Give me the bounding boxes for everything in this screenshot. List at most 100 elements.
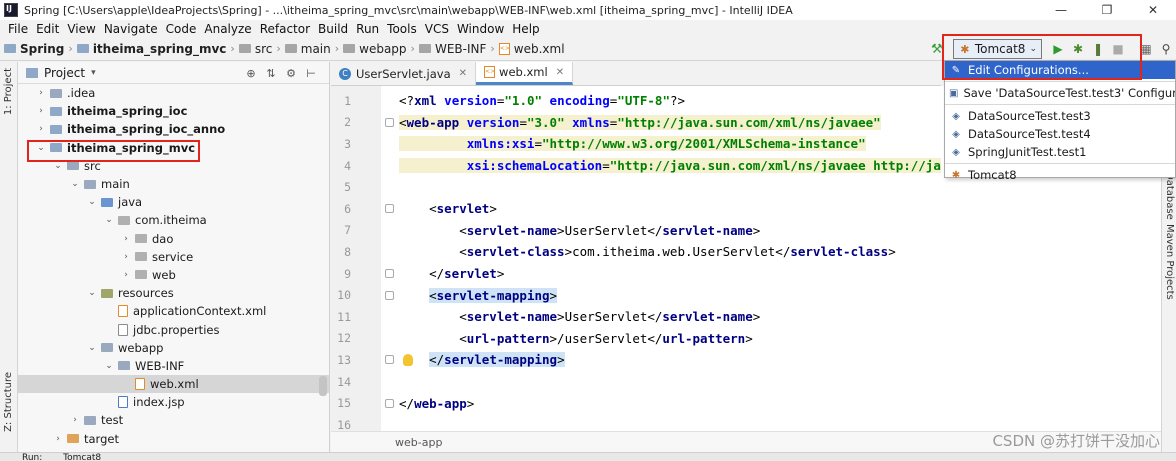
code-line[interactable]: 10 <servlet-mapping> <box>331 284 1161 306</box>
dropdown-item[interactable]: ◈ DataSourceTest.test4 <box>945 125 1175 143</box>
menu-refactor[interactable]: Refactor <box>256 22 314 36</box>
chevron-down-icon[interactable]: ⌄ <box>35 143 47 153</box>
close-icon[interactable]: ✕ <box>556 67 564 78</box>
gear-icon[interactable]: ⚙ <box>281 65 301 81</box>
lightbulb-icon[interactable] <box>403 353 413 366</box>
dropdown-item[interactable]: ◈ DataSourceTest.test3 <box>945 107 1175 125</box>
chevron-right-icon[interactable]: › <box>35 106 47 116</box>
tree-item[interactable]: ⌄ src <box>18 157 329 175</box>
breadcrumb-item[interactable]: itheima_spring_mvc <box>76 42 226 56</box>
code-line[interactable]: 7 <servlet-name>UserServlet</servlet-nam… <box>331 220 1161 242</box>
chevron-down-icon[interactable]: ⌄ <box>86 288 98 298</box>
tree-item[interactable]: › target <box>18 430 329 448</box>
tree-item[interactable]: ⌄ main <box>18 175 329 193</box>
code-line[interactable]: 6 <servlet> <box>331 198 1161 220</box>
chevron-down-icon[interactable]: ⌄ <box>103 215 115 225</box>
structure-tool-tab[interactable]: Z: Structure <box>3 372 14 432</box>
tree-item[interactable]: ⌄ webapp <box>18 339 329 357</box>
chevron-right-icon[interactable]: › <box>69 415 81 425</box>
chevron-right-icon[interactable]: › <box>52 434 64 444</box>
maximize-button[interactable]: ❐ <box>1084 0 1130 20</box>
fold-icon[interactable] <box>385 398 394 408</box>
minimize-button[interactable]: — <box>1038 0 1084 20</box>
collapse-all-icon[interactable]: ⇅ <box>261 65 281 81</box>
breadcrumb-item[interactable]: main <box>284 42 331 56</box>
chevron-down-icon[interactable]: ▾ <box>91 68 96 78</box>
tab-userservlet-java[interactable]: C UserServlet.java ✕ <box>331 62 477 85</box>
close-button[interactable]: ✕ <box>1130 0 1176 20</box>
dropdown-item[interactable]: ✎ Edit Configurations... <box>945 61 1175 79</box>
tab-web-xml[interactable]: <> web.xml ✕ <box>476 62 574 85</box>
menu-build[interactable]: Build <box>314 22 352 36</box>
tree-item[interactable]: ⌄ com.itheima <box>18 211 329 229</box>
breadcrumb-item[interactable]: Spring <box>4 42 64 56</box>
menu-edit[interactable]: Edit <box>32 22 63 36</box>
menu-analyze[interactable]: Analyze <box>200 22 255 36</box>
tree-item[interactable]: › .idea <box>18 84 329 102</box>
project-tool-tab[interactable]: 1: Project <box>3 68 14 115</box>
project-panel-title[interactable]: Project <box>44 66 85 80</box>
chevron-right-icon[interactable]: › <box>35 88 47 98</box>
search-icon[interactable]: ⚲ <box>1156 39 1176 59</box>
tree-item[interactable]: index.jsp <box>18 393 329 411</box>
locate-icon[interactable]: ⊕ <box>241 65 261 81</box>
tree-item[interactable]: › dao <box>18 230 329 248</box>
menu-code[interactable]: Code <box>162 22 201 36</box>
code-line[interactable]: 12 <url-pattern>/userServlet</url-patter… <box>331 328 1161 350</box>
menu-navigate[interactable]: Navigate <box>100 22 162 36</box>
tree-item[interactable]: ⌄ resources <box>18 284 329 302</box>
breadcrumb-item[interactable]: <> web.xml <box>498 42 565 56</box>
dropdown-item[interactable]: ✱ Tomcat8 <box>945 166 1175 184</box>
fold-icon[interactable] <box>385 204 394 214</box>
chevron-right-icon[interactable]: › <box>35 124 47 134</box>
coverage-icon[interactable]: ❚ <box>1088 39 1108 59</box>
fold-icon[interactable] <box>385 290 394 300</box>
chevron-down-icon[interactable]: ⌄ <box>86 197 98 207</box>
run-config-selector[interactable]: ✱ Tomcat8 ⌄ <box>952 39 1042 59</box>
chevron-right-icon[interactable]: › <box>120 270 132 280</box>
chevron-down-icon[interactable]: ⌄ <box>52 161 64 171</box>
chevron-down-icon[interactable]: ⌄ <box>103 361 115 371</box>
tree-item[interactable]: › test <box>18 411 329 429</box>
chevron-down-icon[interactable]: ⌄ <box>69 179 81 189</box>
debug-icon[interactable]: ✱ <box>1068 39 1088 59</box>
tree-item[interactable]: › service <box>18 248 329 266</box>
tree-item[interactable]: applicationContext.xml <box>18 302 329 320</box>
tree-item[interactable]: › itheima_spring_ioc <box>18 102 329 120</box>
breadcrumb-item[interactable]: WEB-INF <box>418 42 486 56</box>
tree-item[interactable]: ⌄ WEB-INF <box>18 357 329 375</box>
tree-item[interactable]: ⌄ itheima_spring_mvc <box>18 139 329 157</box>
scrollbar[interactable] <box>319 376 327 396</box>
menu-vcs[interactable]: VCS <box>421 22 453 36</box>
fold-icon[interactable] <box>385 355 394 365</box>
breadcrumb-item[interactable]: webapp <box>343 42 407 56</box>
tree-item[interactable]: ⌄ java <box>18 193 329 211</box>
code-line[interactable]: 11 <servlet-name>UserServlet</servlet-na… <box>331 306 1161 328</box>
run-icon[interactable]: ▶ <box>1048 39 1068 59</box>
code-line[interactable]: 8 <servlet-class>com.itheima.web.UserSer… <box>331 241 1161 263</box>
fold-icon[interactable] <box>385 117 394 127</box>
menu-window[interactable]: Window <box>453 22 508 36</box>
tree-item[interactable]: jdbc.properties <box>18 320 329 338</box>
menu-help[interactable]: Help <box>508 22 543 36</box>
chevron-right-icon[interactable]: › <box>120 252 132 262</box>
menu-file[interactable]: File <box>4 22 32 36</box>
maven-tool-tab[interactable]: Maven Projects <box>1164 224 1175 300</box>
code-line[interactable]: 15 </web-app> <box>331 392 1161 414</box>
tree-item[interactable]: web.xml <box>18 375 329 394</box>
hammer-icon[interactable]: ⚒ <box>929 41 945 57</box>
tree-item[interactable]: › itheima_spring_ioc_anno <box>18 120 329 138</box>
tomcat-run-tab[interactable]: Tomcat8 <box>63 453 101 461</box>
menu-view[interactable]: View <box>63 22 99 36</box>
code-line[interactable]: 14 <box>331 371 1161 393</box>
chevron-down-icon[interactable]: ⌄ <box>86 343 98 353</box>
dropdown-item[interactable]: ▣ Save 'DataSourceTest.test3' Configurati… <box>945 84 1175 102</box>
chevron-right-icon[interactable]: › <box>120 234 132 244</box>
tree-item[interactable]: › web <box>18 266 329 284</box>
close-icon[interactable]: ✕ <box>459 68 467 79</box>
hide-panel-icon[interactable]: ⊢ <box>301 65 321 81</box>
breadcrumb-item[interactable]: src <box>238 42 272 56</box>
code-line[interactable]: 13 </servlet-mapping> <box>331 349 1161 371</box>
menu-run[interactable]: Run <box>352 22 383 36</box>
code-line[interactable]: 9 </servlet> <box>331 263 1161 285</box>
